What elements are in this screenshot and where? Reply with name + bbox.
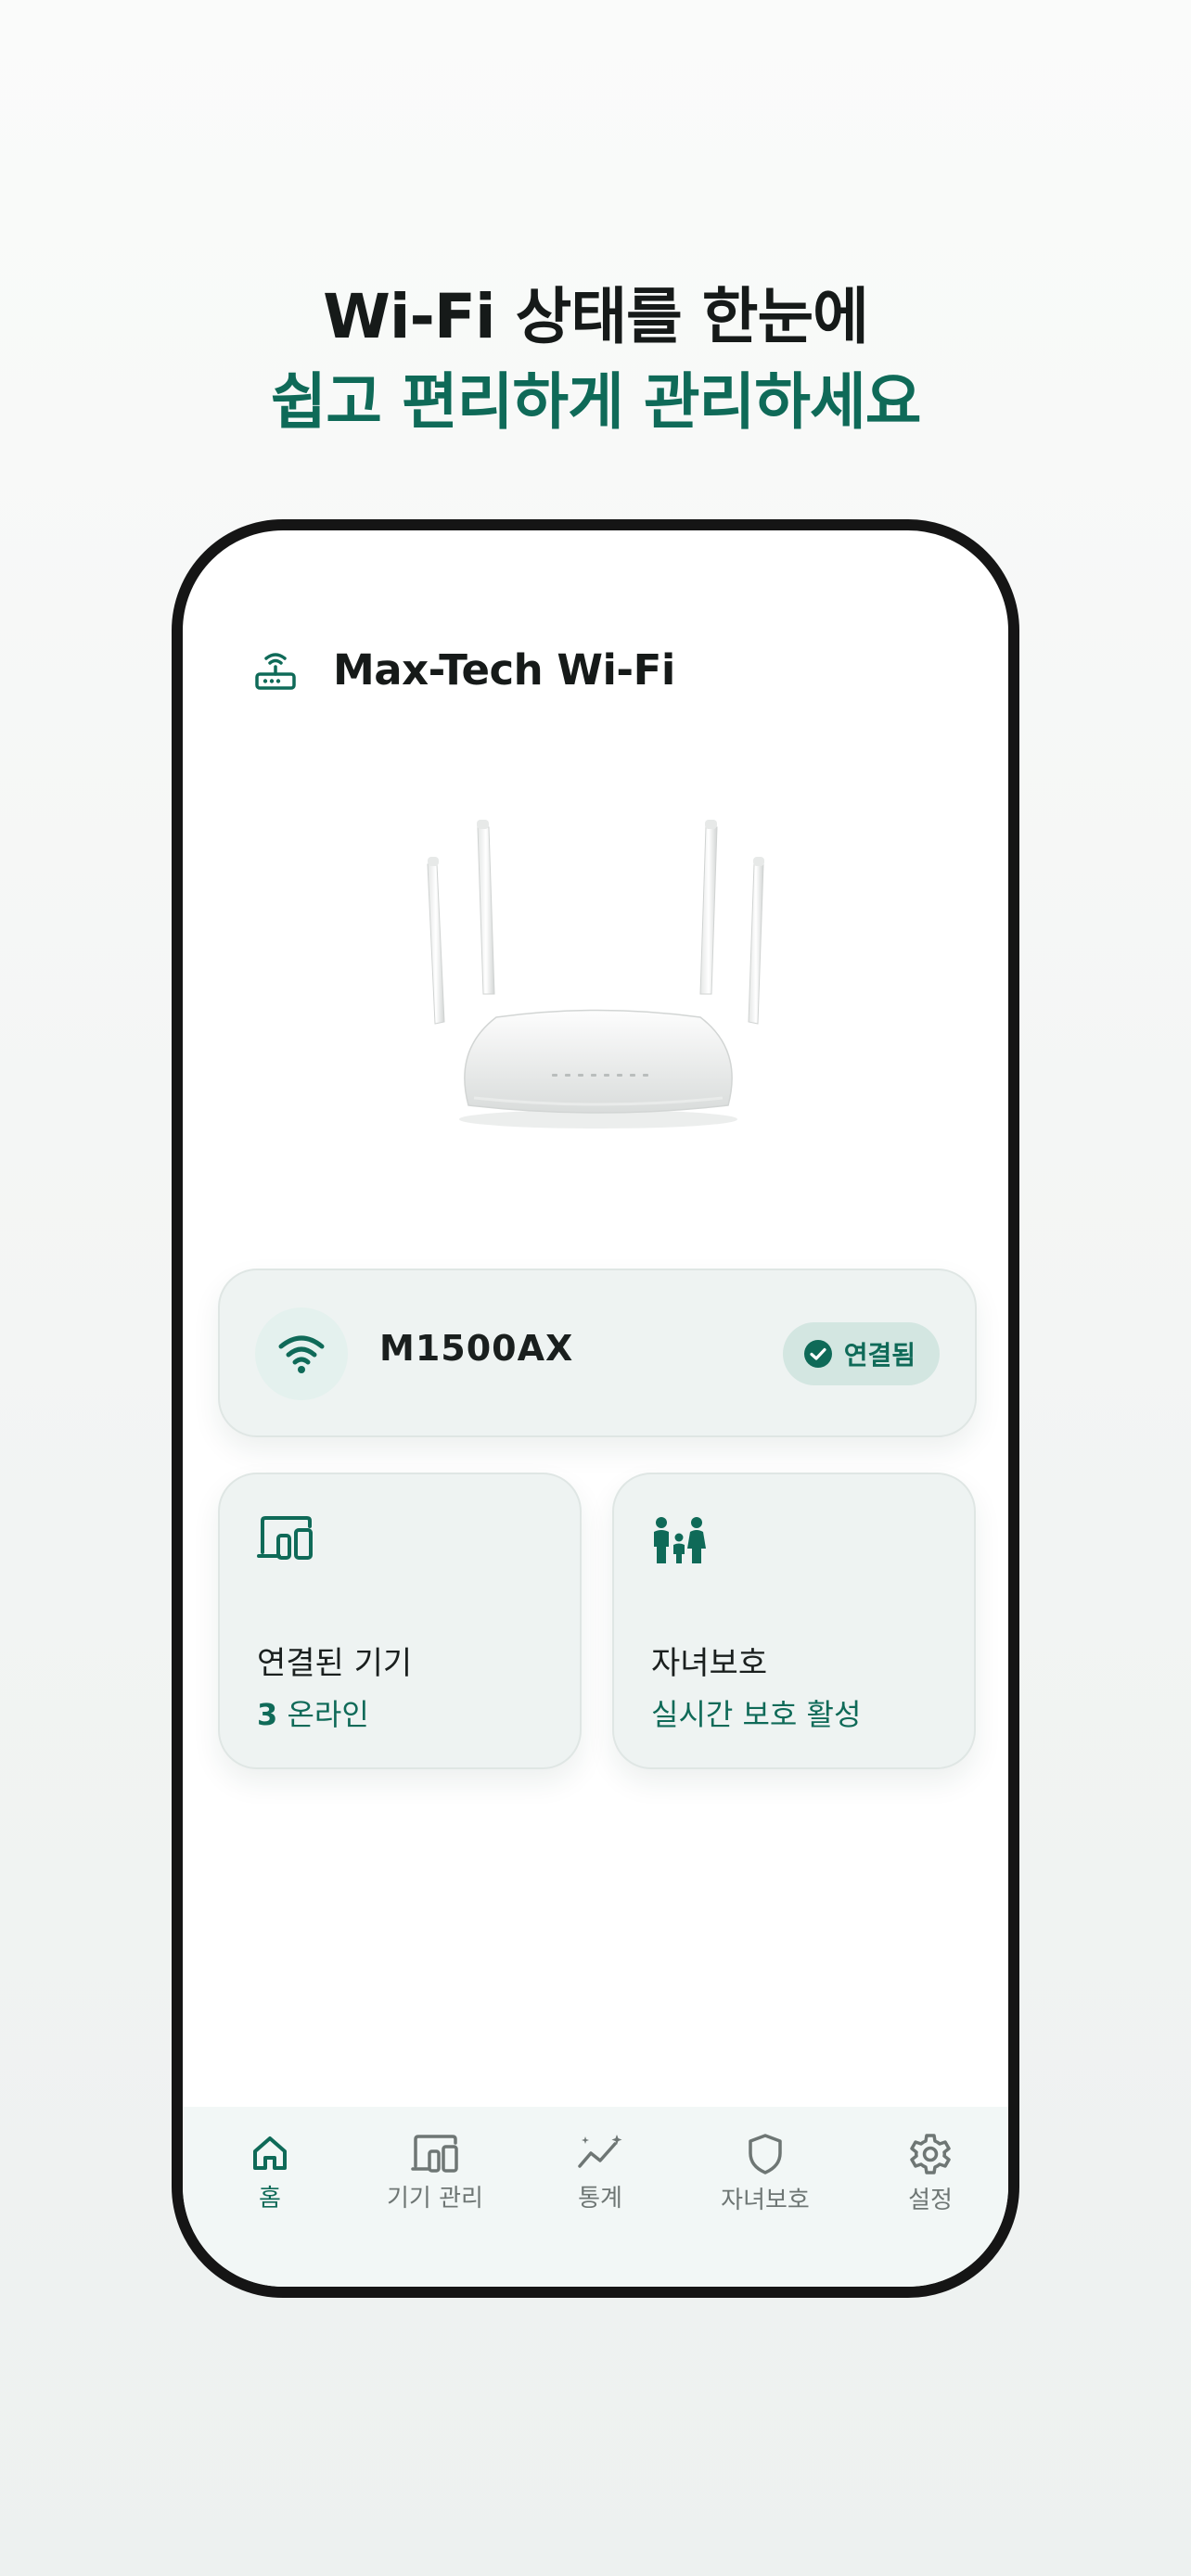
family-icon [651,1515,707,1569]
router-icon [253,647,298,692]
wifi-icon-badge [255,1307,348,1400]
phone-frame: Max-Tech Wi-Fi M1500AX 연결됨 연결된 기기 3 온라인 … [172,519,1019,2298]
device-status-card[interactable]: M1500AX 연결됨 [218,1269,977,1437]
devices-icon [257,1515,314,1565]
headline-line-2: 쉽고 편리하게 관리하세요 [270,366,922,438]
device-count: 3 [257,1697,278,1732]
tab-label: 홈 [259,2185,281,2213]
tab-label: 설정 [908,2187,953,2214]
tab-settings[interactable]: 설정 [847,2133,1008,2215]
app-title: Max-Tech Wi-Fi [333,645,675,695]
check-circle-icon [803,1340,832,1368]
parental-control-card[interactable]: 자녀보호 실시간 보호 활성 [612,1473,976,1769]
online-label: 온라인 [287,1697,369,1732]
tab-label: 통계 [578,2185,622,2213]
connected-devices-card[interactable]: 연결된 기기 3 온라인 [218,1473,582,1769]
parental-control-status: 실시간 보호 활성 [651,1697,862,1732]
home-icon [253,2136,287,2170]
tab-statistics[interactable]: 통계 [517,2133,684,2213]
tab-label: 기기 관리 [387,2185,483,2213]
device-model: M1500AX [379,1328,574,1369]
app-header: Max-Tech Wi-Fi [183,530,1008,716]
bottom-tab-bar: 홈 기기 관리 통계 자녀보호 설정 [183,2107,1008,2287]
marketing-headline: Wi-Fi 상태를 한눈에 쉽고 편리하게 관리하세요 [0,274,1191,445]
parental-control-title: 자녀보호 [651,1645,768,1682]
status-text: 연결됨 [843,1340,916,1371]
status-badge: 연결됨 [782,1322,940,1385]
tab-device-management[interactable]: 기기 관리 [352,2133,519,2213]
router-image [422,809,775,1142]
stats-icon [578,2135,622,2168]
headline-line-1: Wi-Fi 상태를 한눈에 [323,281,869,352]
connected-devices-title: 연결된 기기 [257,1645,413,1682]
tab-parental-control[interactable]: 자녀보호 [682,2133,849,2215]
devices-icon [411,2135,458,2173]
connected-devices-status: 3 온라인 [257,1691,369,1734]
tab-label: 자녀보호 [721,2187,810,2214]
tab-home[interactable]: 홈 [186,2133,353,2213]
gear-icon [910,2134,951,2174]
shield-icon [749,2134,782,2174]
